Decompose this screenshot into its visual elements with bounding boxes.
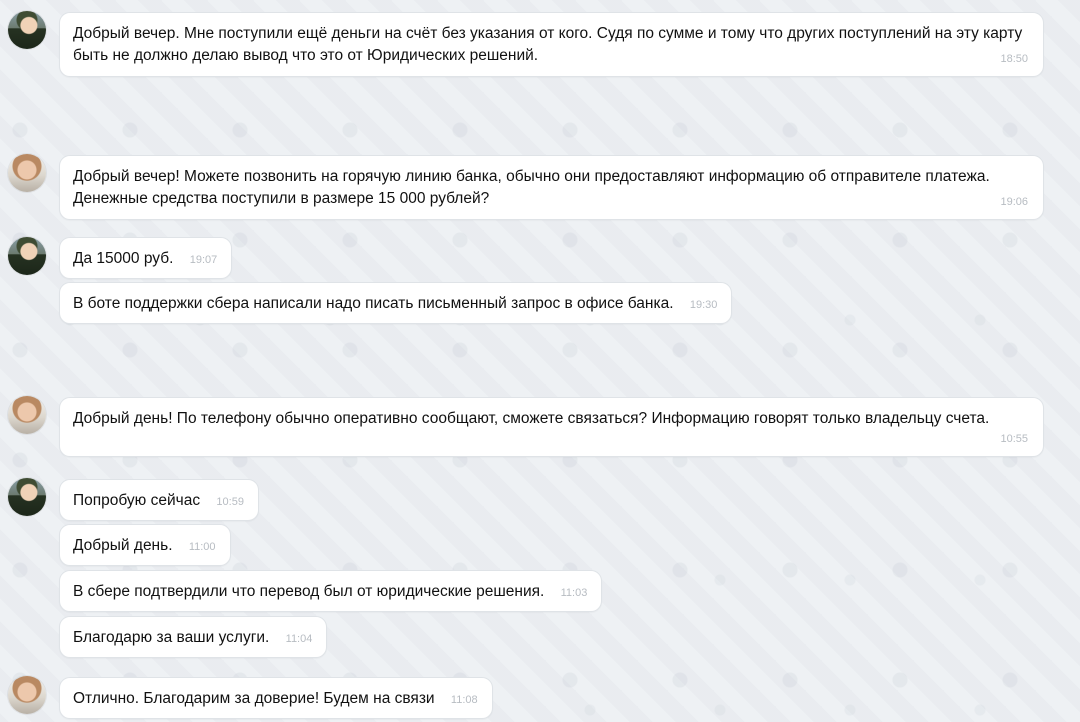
message-bubble[interactable]: Добрый вечер. Мне поступили ещё деньги н… — [59, 12, 1044, 77]
message-text: В сбере подтвердили что перевод был от ю… — [73, 583, 545, 600]
message-time: 18:50 — [1000, 53, 1028, 65]
message-bubble[interactable]: В сбере подтвердили что перевод был от ю… — [59, 570, 603, 612]
message-time: 11:03 — [560, 587, 588, 599]
message-bubble[interactable]: Отлично. Благодарим за доверие! Будем на… — [59, 677, 493, 719]
message-time: 19:07 — [189, 254, 218, 266]
agent-avatar[interactable] — [8, 154, 46, 192]
message-time: 19:30 — [689, 299, 718, 311]
message-time: 11:04 — [285, 633, 313, 645]
message-text: Попробую сейчас — [73, 492, 201, 509]
agent-avatar[interactable] — [8, 676, 46, 714]
message-text: Добрый день! По телефону обычно оператив… — [73, 410, 990, 427]
message-text: Добрый вечер! Можете позвонить на горячу… — [73, 168, 990, 207]
message-text: Отлично. Благодарим за доверие! Будем на… — [73, 690, 435, 707]
chat-thread: Добрый вечер. Мне поступили ещё деньги н… — [0, 0, 1080, 722]
user-avatar[interactable] — [8, 11, 46, 49]
agent-avatar[interactable] — [8, 396, 46, 434]
message-time: 11:00 — [188, 541, 216, 553]
message-time: 19:06 — [1000, 196, 1028, 208]
message-bubble[interactable]: Добрый день! По телефону обычно оператив… — [59, 397, 1044, 457]
message-bubble[interactable]: Добрый день. 11:00 — [59, 524, 231, 566]
message-bubble[interactable]: Благодарю за ваши услуги. 11:04 — [59, 616, 328, 658]
message-bubble[interactable]: В боте поддержки сбера написали надо пис… — [59, 282, 733, 324]
message-time: 10:55 — [1000, 433, 1028, 445]
message-text: Да 15000 руб. — [73, 250, 174, 267]
message-bubble[interactable]: Да 15000 руб. 19:07 — [59, 237, 233, 279]
user-avatar[interactable] — [8, 478, 46, 516]
message-time: 10:59 — [216, 496, 244, 508]
message-text: Добрый вечер. Мне поступили ещё деньги н… — [73, 25, 1023, 64]
message-bubble[interactable]: Попробую сейчас 10:59 — [59, 479, 259, 521]
message-time: 11:08 — [450, 694, 478, 706]
message-text: Добрый день. — [73, 537, 173, 554]
message-text: В боте поддержки сбера написали надо пис… — [73, 295, 674, 312]
message-text: Благодарю за ваши услуги. — [73, 629, 270, 646]
message-bubble[interactable]: Добрый вечер! Можете позвонить на горячу… — [59, 155, 1044, 220]
user-avatar[interactable] — [8, 237, 46, 275]
